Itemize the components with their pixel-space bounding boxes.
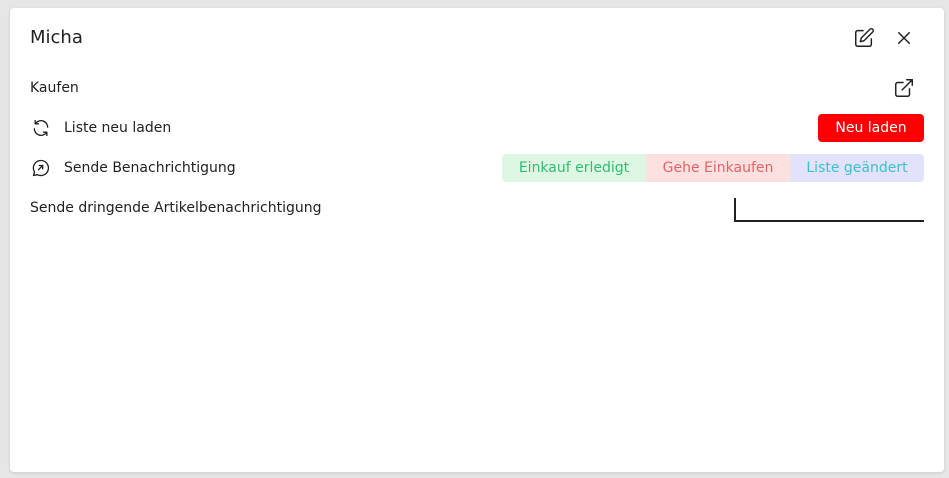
notify-row: Sende Benachrichtigung [30,154,236,182]
buy-row: Kaufen [30,74,79,102]
urgent-item-input[interactable] [734,196,924,222]
dialog-title: Micha [30,27,83,48]
edit-button[interactable] [850,24,878,52]
open-external-button[interactable] [890,74,918,102]
edit-icon [855,28,874,47]
notify-list-changed-button[interactable]: Liste geändert [790,154,924,182]
refresh-icon [30,117,52,139]
chat-arrow-icon [30,157,52,179]
buy-label: Kaufen [30,80,79,96]
notify-go-shopping-button[interactable]: Gehe Einkaufen [646,154,790,182]
reload-row: Liste neu laden [30,114,171,142]
dialog: Micha Kaufen Liste neu laden Neu laden S… [10,8,944,472]
notify-shopping-done-button[interactable]: Einkauf erledigt [502,154,646,182]
external-link-icon [895,79,913,97]
urgent-label: Sende dringende Artikelbenachrichtigung [30,200,322,216]
reload-label: Liste neu laden [64,120,172,136]
notify-label: Sende Benachrichtigung [64,160,236,176]
text-caret [734,198,736,220]
close-icon [898,32,910,44]
urgent-row: Sende dringende Artikelbenachrichtigung [30,194,322,222]
notification-button-group: Einkauf erledigt Gehe Einkaufen Liste ge… [502,154,924,182]
close-button[interactable] [890,24,918,52]
reload-button[interactable]: Neu laden [818,114,924,142]
